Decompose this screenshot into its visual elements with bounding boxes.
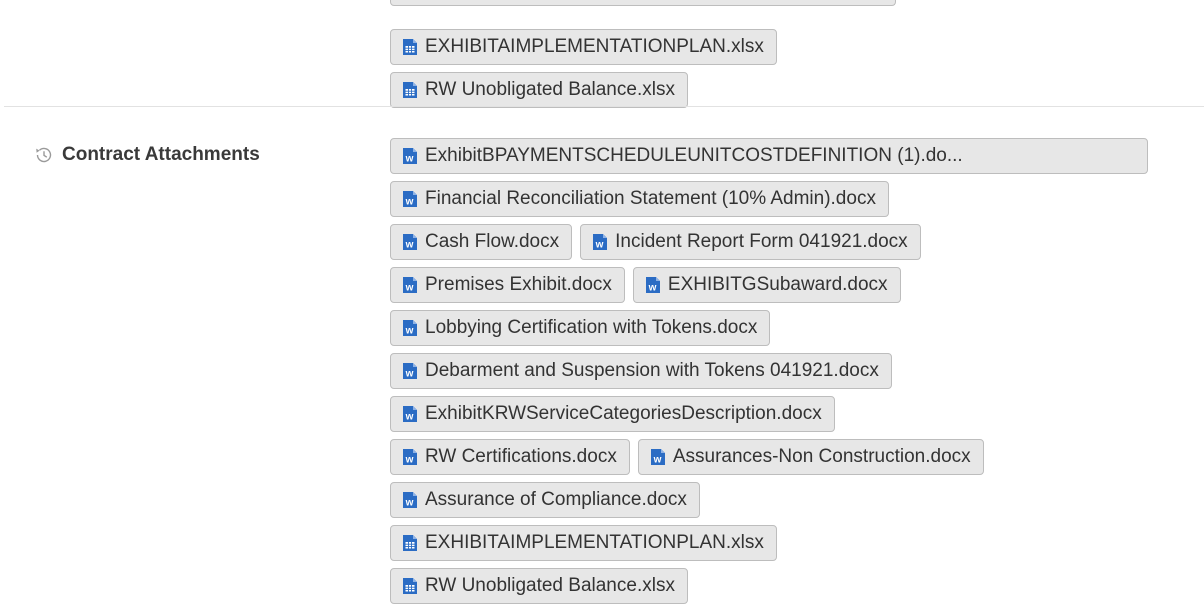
attachment-row: EXHIBITAIMPLEMENTATIONPLAN.xlsx xyxy=(390,525,1148,561)
attachment-filename: RW Certifications.docx xyxy=(425,446,617,467)
excel-file-icon xyxy=(401,81,419,99)
svg-text:w: w xyxy=(405,455,414,466)
attachment-filename: EXHIBITGSubaward.docx xyxy=(667,274,888,295)
contract-attachments-list: w ExhibitBPAYMENTSCHEDULEUNITCOSTDEFINITI… xyxy=(390,138,1148,611)
attachment-filename: Lobbying Certification with Tokens.docx xyxy=(425,317,758,338)
svg-text:w: w xyxy=(405,240,414,251)
attachment-filename: EXHIBITAIMPLEMENTATIONPLAN.xlsx xyxy=(425,36,764,57)
attachment-filename: EXHIBITAIMPLEMENTATIONPLAN.xlsx xyxy=(425,532,764,553)
svg-text:w: w xyxy=(405,369,414,380)
attachment-filename: Assurances-Non Construction.docx xyxy=(672,446,971,467)
contract-attachments-section: Contract Attachments w ExhibitBPAYMENTSCH… xyxy=(0,107,1204,614)
attachment-row: RW Unobligated Balance.xlsx xyxy=(390,568,1148,604)
attachment-row: w ExhibitBPAYMENTSCHEDULEUNITCOSTDEFINITI… xyxy=(390,138,1148,174)
attachment-chip[interactable]: w Assurance of Compliance.docx xyxy=(390,482,700,518)
word-file-icon: w xyxy=(649,448,667,466)
history-icon xyxy=(34,145,54,165)
svg-text:w: w xyxy=(405,412,414,423)
previous-attachments-list: EXHIBITAIMPLEMENTATIONPLAN.xlsx RW Unobli… xyxy=(390,0,896,115)
attachment-chip[interactable]: RW Unobligated Balance.xlsx xyxy=(390,72,688,108)
svg-text:w: w xyxy=(595,240,604,251)
excel-file-icon xyxy=(401,577,419,595)
attachment-filename: ExhibitKRWServiceCategoriesDescription.d… xyxy=(425,403,822,424)
word-file-icon: w xyxy=(401,491,419,509)
attachment-filename: Premises Exhibit.docx xyxy=(425,274,612,295)
previous-attachments-section: EXHIBITAIMPLEMENTATIONPLAN.xlsx RW Unobli… xyxy=(0,0,1204,108)
attachment-chip[interactable]: EXHIBITAIMPLEMENTATIONPLAN.xlsx xyxy=(390,29,777,65)
attachment-filename: Debarment and Suspension with Tokens 041… xyxy=(425,360,879,381)
attachment-filename: Assurance of Compliance.docx xyxy=(425,489,687,510)
word-file-icon: w xyxy=(401,233,419,251)
attachment-row: w Financial Reconciliation Statement (10%… xyxy=(390,181,1148,217)
contract-attachments-title: Contract Attachments xyxy=(62,144,260,165)
attachment-row: RW Unobligated Balance.xlsx xyxy=(390,72,896,108)
svg-text:w: w xyxy=(405,498,414,509)
attachment-chip[interactable]: w Incident Report Form 041921.docx xyxy=(580,224,921,260)
attachment-chip[interactable]: w ExhibitBPAYMENTSCHEDULEUNITCOSTDEFINITI… xyxy=(390,138,1148,174)
svg-text:w: w xyxy=(648,283,657,294)
excel-file-icon xyxy=(401,534,419,552)
svg-text:w: w xyxy=(652,455,661,466)
excel-file-icon xyxy=(401,38,419,56)
attachment-chip[interactable]: w EXHIBITGSubaward.docx xyxy=(632,267,901,303)
attachment-chip[interactable]: w Financial Reconciliation Statement (10%… xyxy=(390,181,889,217)
attachment-row: w Debarment and Suspension with Tokens 04… xyxy=(390,353,1148,389)
attachment-row: w ExhibitKRWServiceCategoriesDescription.… xyxy=(390,396,1148,432)
attachment-chip[interactable]: RW Unobligated Balance.xlsx xyxy=(390,568,688,604)
attachment-chip-clipped[interactable] xyxy=(390,0,896,6)
attachment-filename: RW Unobligated Balance.xlsx xyxy=(425,79,675,100)
svg-text:w: w xyxy=(405,154,414,165)
word-file-icon: w xyxy=(401,448,419,466)
attachment-row: w Lobbying Certification with Tokens.docx xyxy=(390,310,1148,346)
attachment-chip[interactable]: w Premises Exhibit.docx xyxy=(390,267,625,303)
attachment-chip[interactable]: w Debarment and Suspension with Tokens 04… xyxy=(390,353,892,389)
attachment-filename: Cash Flow.docx xyxy=(425,231,560,252)
attachment-filename: ExhibitBPAYMENTSCHEDULEUNITCOSTDEFINITIO… xyxy=(425,145,963,166)
attachment-chip[interactable]: w Lobbying Certification with Tokens.docx xyxy=(390,310,771,346)
attachment-chip[interactable]: w ExhibitKRWServiceCategoriesDescription.… xyxy=(390,396,835,432)
word-file-icon: w xyxy=(644,276,662,294)
attachment-filename: Incident Report Form 041921.docx xyxy=(615,231,908,252)
attachment-row: EXHIBITAIMPLEMENTATIONPLAN.xlsx xyxy=(390,29,896,65)
word-file-icon: w xyxy=(401,190,419,208)
word-file-icon: w xyxy=(401,405,419,423)
attachment-row: w Cash Flow.docx w Incident Report Form 041… xyxy=(390,224,1148,260)
svg-text:w: w xyxy=(405,197,414,208)
word-file-icon: w xyxy=(401,362,419,380)
word-file-icon: w xyxy=(591,233,609,251)
attachment-chip[interactable]: w Assurances-Non Construction.docx xyxy=(637,439,984,475)
contract-attachments-label: Contract Attachments xyxy=(34,144,260,166)
attachment-chip[interactable]: EXHIBITAIMPLEMENTATIONPLAN.xlsx xyxy=(390,525,777,561)
word-file-icon: w xyxy=(401,147,419,165)
attachment-row: w Assurance of Compliance.docx xyxy=(390,482,1148,518)
attachment-row: w Premises Exhibit.docx w EXHIBITGSubaward.… xyxy=(390,267,1148,303)
word-file-icon: w xyxy=(401,319,419,337)
attachment-row: w RW Certifications.docx w Assurances-Non C… xyxy=(390,439,1148,475)
attachment-row xyxy=(390,0,896,22)
word-file-icon: w xyxy=(401,276,419,294)
attachment-filename: Financial Reconciliation Statement (10% … xyxy=(425,188,876,209)
svg-text:w: w xyxy=(405,283,414,294)
attachment-filename: RW Unobligated Balance.xlsx xyxy=(425,575,675,596)
attachment-chip[interactable]: w RW Certifications.docx xyxy=(390,439,630,475)
attachment-chip[interactable]: w Cash Flow.docx xyxy=(390,224,573,260)
svg-text:w: w xyxy=(405,326,414,337)
